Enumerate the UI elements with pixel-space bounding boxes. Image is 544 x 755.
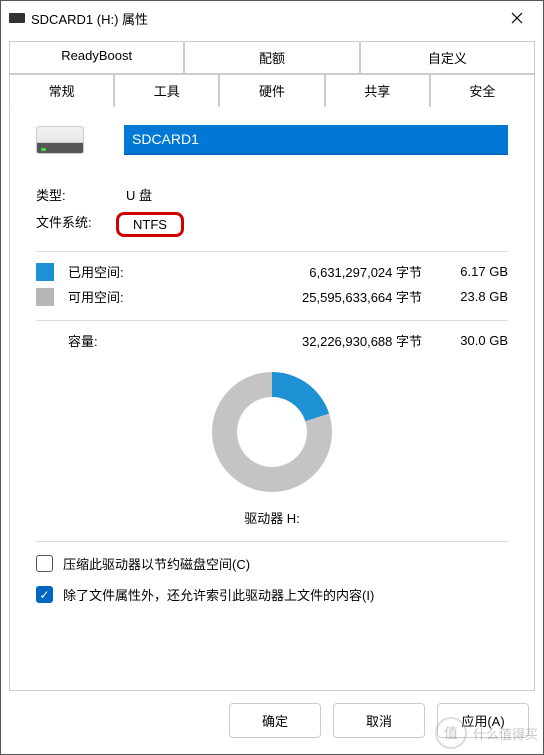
free-color-icon: [36, 288, 54, 306]
used-size: 6.17 GB: [442, 264, 508, 279]
index-label: 除了文件属性外，还允许索引此驱动器上文件的内容(I): [63, 585, 374, 604]
close-button[interactable]: [497, 4, 537, 32]
tab-security[interactable]: 安全: [430, 74, 535, 107]
divider: [36, 251, 508, 252]
tab-hardware[interactable]: 硬件: [219, 74, 324, 107]
type-label: 类型:: [36, 185, 126, 204]
type-value: U 盘: [126, 185, 152, 204]
drive-letter-label: 驱动器 H:: [36, 508, 508, 527]
tab-tools[interactable]: 工具: [114, 74, 219, 107]
capacity-label: 容量:: [68, 331, 158, 350]
capacity-bytes: 32,226,930,688 字节: [158, 331, 442, 350]
usage-chart: [212, 372, 332, 492]
tab-strip: ReadyBoost 配额 自定义 常规 工具 硬件 共享 安全: [9, 41, 535, 107]
titlebar: SDCARD1 (H:) 属性: [1, 1, 543, 35]
compress-label: 压缩此驱动器以节约磁盘空间(C): [63, 554, 250, 573]
apply-button[interactable]: 应用(A): [437, 703, 529, 738]
divider: [36, 320, 508, 321]
free-label: 可用空间:: [68, 287, 158, 306]
tab-custom[interactable]: 自定义: [360, 41, 535, 74]
tab-quota[interactable]: 配额: [184, 41, 359, 74]
capacity-size: 30.0 GB: [442, 333, 508, 348]
used-label: 已用空间:: [68, 262, 158, 281]
drive-large-icon: [36, 126, 84, 154]
used-color-icon: [36, 263, 54, 281]
dialog-buttons: 确定 取消 应用(A): [1, 691, 543, 754]
tab-content: 类型: U 盘 文件系统: NTFS 已用空间: 6,631,297,024 字…: [9, 107, 535, 691]
free-size: 23.8 GB: [442, 289, 508, 304]
cancel-button[interactable]: 取消: [333, 703, 425, 738]
drive-icon: [9, 13, 25, 23]
used-bytes: 6,631,297,024 字节: [158, 262, 442, 281]
index-checkbox[interactable]: ✓: [36, 586, 53, 603]
free-bytes: 25,595,633,664 字节: [158, 287, 442, 306]
window-title: SDCARD1 (H:) 属性: [31, 9, 148, 28]
ok-button[interactable]: 确定: [229, 703, 321, 738]
tab-general[interactable]: 常规: [9, 74, 114, 107]
compress-checkbox[interactable]: [36, 555, 53, 572]
filesystem-label: 文件系统:: [36, 212, 126, 237]
space-table: 已用空间: 6,631,297,024 字节 6.17 GB 可用空间: 25,…: [36, 262, 508, 306]
divider: [36, 541, 508, 542]
filesystem-value: NTFS: [116, 212, 184, 237]
properties-dialog: SDCARD1 (H:) 属性 ReadyBoost 配额 自定义 常规 工具 …: [0, 0, 544, 755]
drive-name-input[interactable]: [124, 125, 508, 155]
tab-sharing[interactable]: 共享: [325, 74, 430, 107]
tab-readyboost[interactable]: ReadyBoost: [9, 41, 184, 74]
